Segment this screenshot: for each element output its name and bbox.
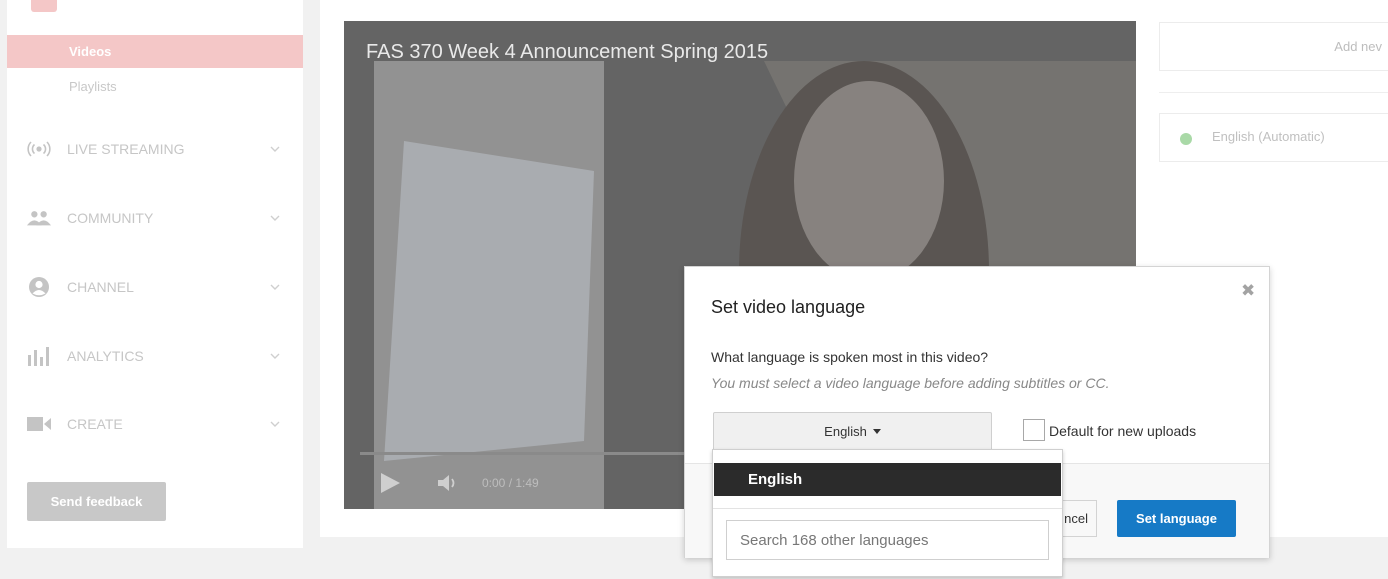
add-new-label: Add nev (1334, 39, 1382, 54)
play-icon[interactable] (378, 471, 402, 495)
video-time: 0:00 / 1:49 (482, 476, 539, 490)
analytics-icon (26, 345, 52, 367)
sidebar-item-analytics[interactable]: ANALYTICS (7, 336, 303, 376)
sidebar-item-label: CREATE (67, 416, 123, 432)
sidebar: Videos Playlists LIVE STREAMING COMMUNIT… (7, 0, 303, 548)
caret-down-icon (872, 429, 881, 434)
language-search-input[interactable] (726, 520, 1049, 560)
create-icon (26, 413, 52, 435)
sidebar-item-label: COMMUNITY (67, 210, 154, 226)
chevron-down-icon (270, 215, 280, 221)
language-option-english[interactable]: English (714, 463, 1061, 496)
chevron-down-icon (270, 421, 280, 427)
sidebar-item-community[interactable]: COMMUNITY (7, 198, 303, 238)
dialog-question: What language is spoken most in this vid… (711, 349, 989, 365)
live-streaming-icon (26, 138, 52, 160)
chevron-down-icon (270, 146, 280, 152)
studio-logo-icon (31, 0, 57, 12)
set-language-button[interactable]: Set language (1117, 500, 1236, 537)
dialog-hint: You must select a video language before … (711, 375, 1110, 391)
sidebar-item-live-streaming[interactable]: LIVE STREAMING (7, 129, 303, 169)
chevron-down-icon (270, 284, 280, 290)
language-select[interactable]: English (713, 412, 992, 451)
close-icon[interactable]: ✖ (1241, 281, 1255, 301)
send-feedback-button[interactable]: Send feedback (27, 482, 166, 521)
sidebar-item-videos[interactable]: Videos (7, 35, 303, 68)
language-select-value: English (824, 424, 867, 439)
volume-icon[interactable] (436, 472, 462, 494)
dialog-title: Set video language (711, 297, 866, 317)
published-status-icon (1180, 133, 1192, 145)
default-for-uploads-checkbox[interactable] (1023, 419, 1045, 441)
chevron-down-icon (270, 353, 280, 359)
sidebar-item-label: CHANNEL (67, 279, 134, 295)
community-icon (26, 207, 52, 229)
sidebar-item-channel[interactable]: CHANNEL (7, 267, 303, 307)
default-for-uploads-label: Default for new uploads (1049, 423, 1197, 439)
channel-icon (26, 276, 52, 298)
divider (1159, 92, 1388, 93)
language-dropdown: English (712, 449, 1063, 577)
add-new-subtitles-button[interactable]: Add nev (1159, 22, 1388, 71)
video-title: FAS 370 Week 4 Announcement Spring 2015 (366, 41, 769, 63)
sidebar-item-playlists[interactable]: Playlists (7, 70, 303, 103)
sidebar-item-create[interactable]: CREATE (7, 404, 303, 444)
language-track-label: English (Automatic) (1212, 129, 1325, 144)
divider (713, 508, 1062, 509)
sidebar-item-label: ANALYTICS (67, 348, 144, 364)
sidebar-item-label: LIVE STREAMING (67, 141, 185, 157)
language-track-item[interactable]: English (Automatic) (1159, 113, 1388, 162)
